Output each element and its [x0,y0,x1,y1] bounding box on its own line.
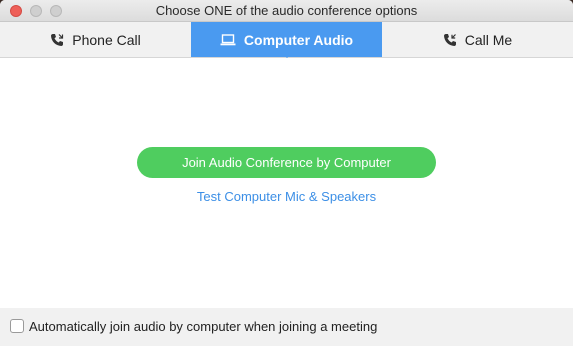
footer-bar: Automatically join audio by computer whe… [0,308,573,346]
computer-audio-panel: Join Audio Conference by Computer Test C… [0,58,573,308]
tab-phone-call[interactable]: Phone Call [0,22,191,57]
phone-icon [50,33,64,47]
tab-phone-call-label: Phone Call [72,31,141,48]
audio-options-window: Choose ONE of the audio conference optio… [0,0,573,346]
auto-join-audio-label[interactable]: Automatically join audio by computer whe… [29,319,377,334]
tab-computer-audio-label: Computer Audio [243,31,354,48]
join-audio-by-computer-button[interactable]: Join Audio Conference by Computer [137,147,436,178]
auto-join-audio-checkbox[interactable] [10,319,24,333]
laptop-icon [220,33,236,46]
phone-icon [443,33,457,47]
tab-call-me-label: Call Me [464,31,513,48]
test-mic-speakers-link[interactable]: Test Computer Mic & Speakers [0,189,573,204]
window-title: Choose ONE of the audio conference optio… [155,3,418,18]
title-bar: Choose ONE of the audio conference optio… [0,0,573,22]
tab-call-me[interactable]: Call Me [382,22,573,57]
